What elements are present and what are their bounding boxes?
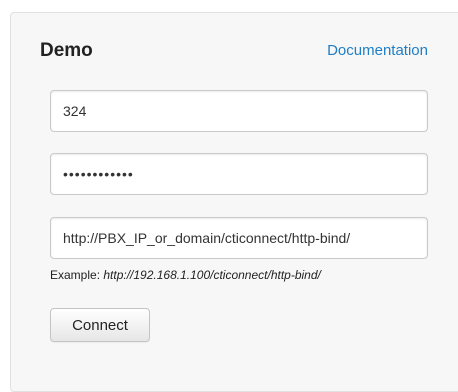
server-url-input[interactable] bbox=[50, 217, 428, 259]
panel-title: Demo bbox=[40, 40, 93, 61]
documentation-link[interactable]: Documentation bbox=[327, 42, 428, 59]
password-input[interactable] bbox=[50, 153, 428, 195]
example-url: http://192.168.1.100/cticonnect/http-bin… bbox=[103, 268, 321, 282]
extension-input[interactable] bbox=[50, 90, 428, 132]
url-example-hint: Example: http://192.168.1.100/cticonnect… bbox=[50, 268, 321, 282]
example-label: Example: bbox=[50, 268, 104, 282]
connect-button[interactable]: Connect bbox=[50, 308, 150, 342]
